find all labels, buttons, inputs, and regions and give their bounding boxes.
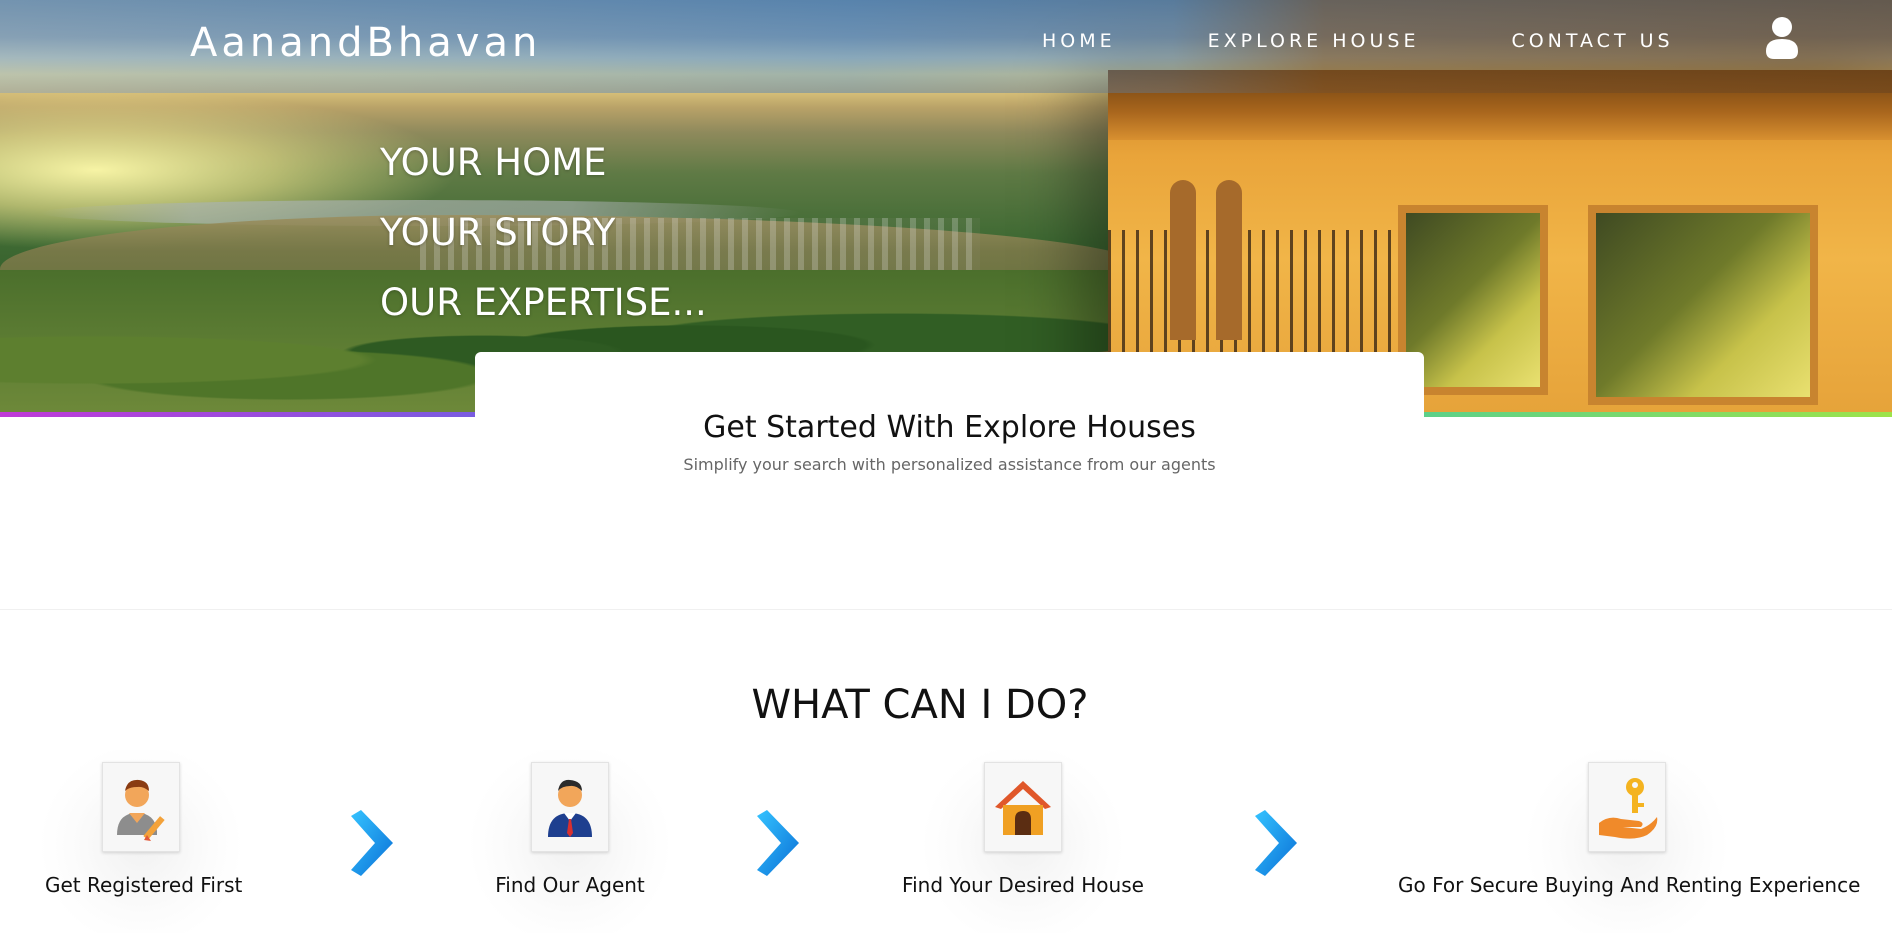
main-menu: HOME EXPLORE HOUSE CONTACT US xyxy=(1042,30,1766,52)
get-started-title: Get Started With Explore Houses xyxy=(703,410,1196,445)
nav-contact-us-link[interactable]: CONTACT US xyxy=(1511,30,1673,52)
agent-icon xyxy=(531,762,609,852)
step-label: Get Registered First xyxy=(45,873,243,897)
get-started-card: Get Started With Explore Houses Simplify… xyxy=(475,352,1424,608)
step-find-house[interactable]: Find Your Desired House xyxy=(900,750,1146,933)
hero-line-home: YOUR HOME xyxy=(380,141,607,184)
register-user-icon xyxy=(102,762,180,852)
hero-line-expertise: OUR EXPERTISE... xyxy=(380,281,707,324)
chevron-right-icon xyxy=(1255,810,1297,876)
brand-logo[interactable]: AanandBhavan xyxy=(190,20,541,66)
step-get-registered[interactable]: Get Registered First xyxy=(36,750,246,933)
chevron-right-icon xyxy=(757,810,799,876)
house-arch xyxy=(1170,180,1196,340)
house-icon xyxy=(984,762,1062,852)
house-arch xyxy=(1216,180,1242,340)
key-in-hand-icon xyxy=(1588,762,1666,852)
user-icon[interactable] xyxy=(1764,17,1800,59)
section-divider xyxy=(0,609,1892,610)
step-find-agent[interactable]: Find Our Agent xyxy=(465,750,675,933)
what-can-i-do-title: WHAT CAN I DO? xyxy=(751,682,1089,728)
step-label: Find Your Desired House xyxy=(902,873,1144,897)
step-secure-buying[interactable]: Go For Secure Buying And Renting Experie… xyxy=(1398,750,1861,933)
chevron-right-icon xyxy=(351,810,393,876)
hero-line-story: YOUR STORY xyxy=(380,211,616,254)
get-started-subtitle: Simplify your search with personalized a… xyxy=(683,455,1216,474)
house-window xyxy=(1588,205,1818,405)
hero-tagline: YOUR HOME YOUR STORY OUR EXPERTISE... xyxy=(380,140,707,350)
step-label: Find Our Agent xyxy=(495,873,645,897)
step-label: Go For Secure Buying And Renting Experie… xyxy=(1398,873,1861,897)
nav-explore-house-link[interactable]: EXPLORE HOUSE xyxy=(1208,30,1420,52)
top-navbar: AanandBhavan HOME EXPLORE HOUSE CONTACT … xyxy=(0,0,1892,93)
nav-home-link[interactable]: HOME xyxy=(1042,30,1116,52)
